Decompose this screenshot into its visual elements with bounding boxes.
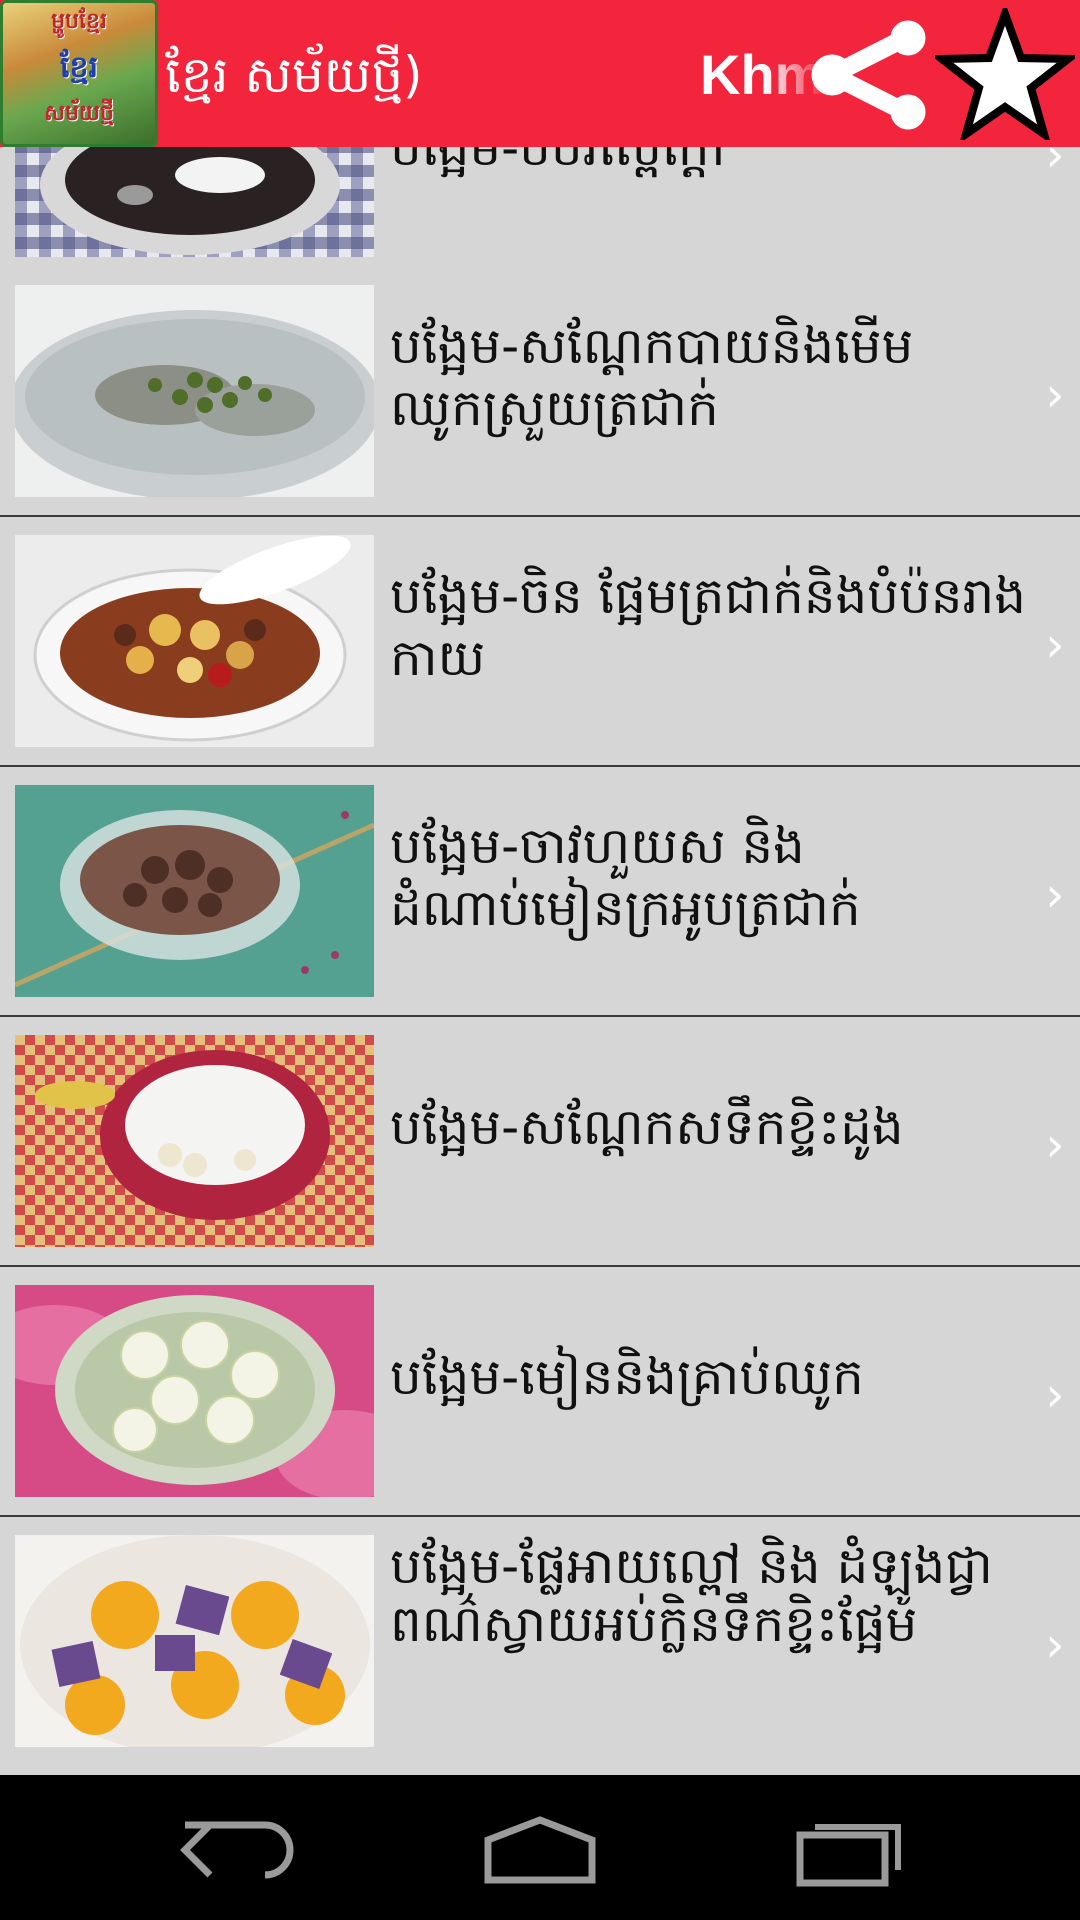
list-item[interactable]: បង្អែម-ចិន ផ្អែមត្រជាក់និងបំប៉នរាងកាយ › <box>0 517 1080 767</box>
home-icon[interactable] <box>470 1805 610 1895</box>
app-bar: ម្ហូបខ្មែរ ខ្មែរ សម័យថ្មី ខ្មែរ សម័យថ្មី… <box>0 0 1080 147</box>
marquee-title: ខ្មែរ សម័យថ្មី) Khm <box>165 0 825 147</box>
recipe-title: បង្អែម-មៀននិងគ្រាប់ឈូក <box>390 1348 864 1406</box>
chevron-right-icon: › <box>1045 1617 1065 1673</box>
chevron-right-icon: › <box>1045 617 1065 673</box>
list-item[interactable]: បង្អែម-ផ្លែអាយល្ពៅ និង ដំឡូងជ្វាពណ៌ស្វាយ… <box>0 1517 1080 1775</box>
recipe-title: បង្អែម-សណ្ដែកសទឹកខ្ទិះដូង <box>390 1098 904 1156</box>
pumpkin-purple-yam-bowl-image <box>15 1535 374 1747</box>
recipe-list[interactable]: បង្អែម-បបរស្ពៃក្ដៅ › បង្អែម-សណ្ដែកបាយនិង… <box>0 147 1080 1775</box>
list-item[interactable]: បង្អែម-សណ្ដែកសទឹកខ្ទិះដូង › <box>0 1017 1080 1267</box>
share-icon[interactable] <box>810 20 935 130</box>
list-item[interactable]: បង្អែម-បបរស្ពៃក្ដៅ › <box>0 147 1080 277</box>
chevron-right-icon: › <box>1045 1117 1065 1173</box>
mung-bean-lotus-root-bowl-image <box>15 285 374 497</box>
logo-text-line-1: ម្ហូបខ្មែរ <box>51 9 107 34</box>
list-item[interactable]: បង្អែម-មៀននិងគ្រាប់ឈូក › <box>0 1267 1080 1517</box>
logo-text-line-2: ខ្មែរ <box>59 50 99 85</box>
star-icon[interactable] <box>935 8 1075 140</box>
recipe-title: បង្អែម-ចិន ផ្អែមត្រជាក់និងបំប៉នរាងកាយ <box>390 567 1026 687</box>
black-sesame-dessert-bowl-image <box>15 147 374 257</box>
recipe-title: បង្អែម-សណ្ដែកបាយនិងមើមឈូកស្រួយត្រជាក់ <box>390 317 914 437</box>
title-khmer: ខ្មែរ សម័យថ្មី) <box>165 46 423 104</box>
list-item[interactable]: បង្អែម-ចាវហួយស និង ដំណាប់មៀនក្រអូបត្រជាក… <box>0 767 1080 1017</box>
recipe-title: បង្អែម-ចាវហួយស និង ដំណាប់មៀនក្រអូបត្រជាក… <box>390 817 861 937</box>
back-icon[interactable] <box>170 1805 310 1895</box>
list-item[interactable]: បង្អែម-សណ្ដែកបាយនិងមើមឈូកស្រួយត្រជាក់ › <box>0 267 1080 517</box>
chevron-right-icon: › <box>1045 867 1065 923</box>
recents-icon[interactable] <box>780 1805 920 1895</box>
longan-lotus-seed-bowl-image <box>15 1285 374 1497</box>
system-nav-bar <box>0 1775 1080 1920</box>
app-logo-icon[interactable]: ម្ហូបខ្មែរ ខ្មែរ សម័យថ្មី <box>0 0 158 147</box>
chinese-sweet-soup-bowl-image <box>15 535 374 747</box>
recipe-title: បង្អែម-ផ្លែអាយល្ពៅ និង ដំឡូងជ្វាពណ៌ស្វាយ… <box>390 1537 993 1653</box>
logo-text-line-3: សម័យថ្មី <box>44 101 114 126</box>
longan-jelly-glass-bowl-image <box>15 785 374 997</box>
recipe-title: បង្អែម-បបរស្ពៃក្ដៅ <box>390 147 726 177</box>
chevron-right-icon: › <box>1045 1367 1065 1423</box>
white-bean-coconut-bowl-image <box>15 1035 374 1247</box>
chevron-right-icon: › <box>1045 367 1065 423</box>
chevron-right-icon: › <box>1045 147 1065 183</box>
